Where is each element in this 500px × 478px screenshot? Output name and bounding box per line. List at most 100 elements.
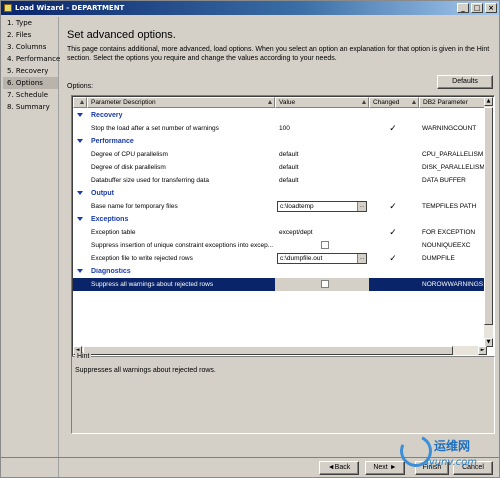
param-value-cell[interactable]: c:\dumpfile.out... — [275, 252, 369, 265]
grid-param-row[interactable]: Databuffer size used for transferring da… — [73, 174, 487, 187]
options-label: Options: — [67, 83, 94, 90]
maximize-button[interactable]: □ — [471, 3, 483, 13]
sort-icon — [80, 100, 84, 104]
col-header-value[interactable]: Value — [275, 97, 369, 108]
grid-category-row[interactable]: Output — [73, 187, 487, 200]
nav-step-performance[interactable]: 4. Performance — [3, 53, 60, 65]
row-indent — [73, 174, 87, 187]
param-value-cell[interactable]: default — [275, 161, 369, 174]
nav-step-options[interactable]: 6. Options — [3, 77, 58, 89]
grid-param-row[interactable]: Base name for temporary files c:\loadtemp… — [73, 200, 487, 213]
category-label: Recovery — [91, 112, 123, 119]
col-header-parameter-description[interactable]: Parameter Description — [87, 97, 275, 108]
grid-category-row[interactable]: Exceptions — [73, 213, 487, 226]
window-title: Load Wizard - DEPARTMENT — [15, 4, 125, 12]
app-icon — [4, 4, 12, 12]
param-description: Databuffer size used for transferring da… — [91, 177, 210, 184]
grid-param-row[interactable]: Suppress insertion of unique constraint … — [73, 239, 487, 252]
param-value-cell[interactable]: except/dept — [275, 226, 369, 239]
changed-cell: ✓ — [369, 200, 419, 213]
grid-param-row[interactable]: Stop the load after a set number of warn… — [73, 122, 487, 135]
param-value-text: default — [279, 177, 299, 184]
nav-step-schedule[interactable]: 7. Schedule — [3, 89, 58, 101]
param-value-cell[interactable]: default — [275, 174, 369, 187]
param-value-cell[interactable]: 100 — [275, 122, 369, 135]
minimize-button[interactable]: _ — [457, 3, 469, 13]
category-label: Exceptions — [91, 216, 129, 223]
grid-param-row[interactable]: Degree of disk parallelism default DISK_PA… — [73, 161, 487, 174]
changed-cell — [369, 278, 419, 291]
collapse-triangle-icon[interactable] — [77, 191, 83, 195]
browse-button[interactable]: ... — [357, 202, 366, 211]
collapse-triangle-icon[interactable] — [77, 217, 83, 221]
row-indent — [73, 148, 87, 161]
options-page: Set advanced options. This page contains… — [61, 17, 499, 457]
scroll-up-button[interactable]: ▲ — [484, 97, 493, 106]
hscroll-thumb[interactable] — [83, 346, 453, 355]
param-value-cell[interactable]: c:\loadtemp... — [275, 200, 369, 213]
grid-corner-header[interactable] — [73, 97, 87, 108]
sort-icon — [268, 100, 272, 104]
title-bar[interactable]: Load Wizard - DEPARTMENT _ □ × — [1, 1, 499, 15]
db2-parameter: DATA BUFFER — [422, 177, 466, 184]
changed-cell: ✓ — [369, 122, 419, 135]
grid-param-row[interactable]: Suppress all warnings about rejected row… — [73, 278, 487, 291]
row-indent — [73, 122, 87, 135]
param-value-text: 100 — [279, 125, 290, 132]
param-value-checkbox[interactable] — [321, 280, 329, 288]
defaults-button[interactable]: Defaults — [437, 75, 493, 89]
param-description: Suppress all warnings about rejected row… — [91, 281, 214, 288]
nav-step-recovery[interactable]: 5. Recovery — [3, 65, 58, 77]
row-indent — [73, 226, 87, 239]
watermark-url: iyunv.com — [426, 457, 478, 468]
param-value-input[interactable]: c:\dumpfile.out... — [277, 253, 367, 264]
nav-step-summary[interactable]: 8. Summary — [3, 101, 58, 113]
grid-category-row[interactable]: Diagnostics — [73, 265, 487, 278]
category-label: Performance — [91, 138, 134, 145]
changed-cell — [369, 239, 419, 252]
changed-cell: ✓ — [369, 226, 419, 239]
scroll-right-button[interactable]: ► — [478, 346, 487, 355]
grid-param-row[interactable]: Exception table except/dept ✓ FOR EXCEPTION — [73, 226, 487, 239]
grid-param-row[interactable]: Exception file to write rejected rows c:\… — [73, 252, 487, 265]
grid-param-row[interactable]: Degree of CPU parallelism default CPU_PARA… — [73, 148, 487, 161]
param-value-cell[interactable] — [275, 239, 369, 252]
param-value-checkbox[interactable] — [321, 241, 329, 249]
db2-parameter: NOUNIQUEEXC — [422, 242, 471, 249]
param-description: Exception table — [91, 229, 136, 236]
row-indent — [73, 252, 87, 265]
page-title: Set advanced options. — [67, 29, 176, 41]
db2-parameter: DUMPFILE — [422, 255, 455, 262]
param-value-cell[interactable] — [275, 278, 369, 291]
collapse-triangle-icon[interactable] — [77, 269, 83, 273]
collapse-triangle-icon[interactable] — [77, 113, 83, 117]
grid-category-row[interactable]: Performance — [73, 135, 487, 148]
grid-category-row[interactable]: Recovery — [73, 109, 487, 122]
db2-parameter: DISK_PARALLELISM — [422, 164, 485, 171]
load-wizard-window: Load Wizard - DEPARTMENT _ □ × 1. Type 2… — [0, 0, 500, 478]
param-description: Degree of CPU parallelism — [91, 151, 168, 158]
browse-button[interactable]: ... — [357, 254, 366, 263]
page-description: This page contains additional, more adva… — [67, 46, 490, 62]
horizontal-scrollbar[interactable]: ◄ ► — [73, 346, 487, 355]
vertical-scrollbar[interactable]: ▲ ▼ — [484, 97, 493, 347]
param-value-input[interactable]: c:\loadtemp... — [277, 201, 367, 212]
param-value-text: except/dept — [279, 229, 313, 236]
nav-step-columns[interactable]: 3. Columns — [3, 41, 58, 53]
col-header-db2-parameter[interactable]: DB2 Parameter — [419, 97, 487, 108]
watermark: 运维网 iyunv.com — [395, 430, 496, 477]
changed-check-icon: ✓ — [389, 227, 397, 237]
param-value-cell[interactable]: default — [275, 148, 369, 161]
row-indent — [73, 161, 87, 174]
close-button[interactable]: × — [485, 3, 497, 13]
col-header-changed[interactable]: Changed — [369, 97, 419, 108]
row-indent — [73, 200, 87, 213]
hint-text: Suppresses all warnings about rejected r… — [75, 367, 216, 374]
param-description: Base name for temporary files — [91, 203, 178, 210]
collapse-triangle-icon[interactable] — [77, 139, 83, 143]
nav-step-type[interactable]: 1. Type — [3, 17, 58, 29]
db2-parameter: FOR EXCEPTION — [422, 229, 476, 236]
scroll-thumb[interactable] — [484, 107, 493, 325]
nav-step-files[interactable]: 2. Files — [3, 29, 58, 41]
back-button[interactable]: ◄Back — [319, 461, 359, 475]
